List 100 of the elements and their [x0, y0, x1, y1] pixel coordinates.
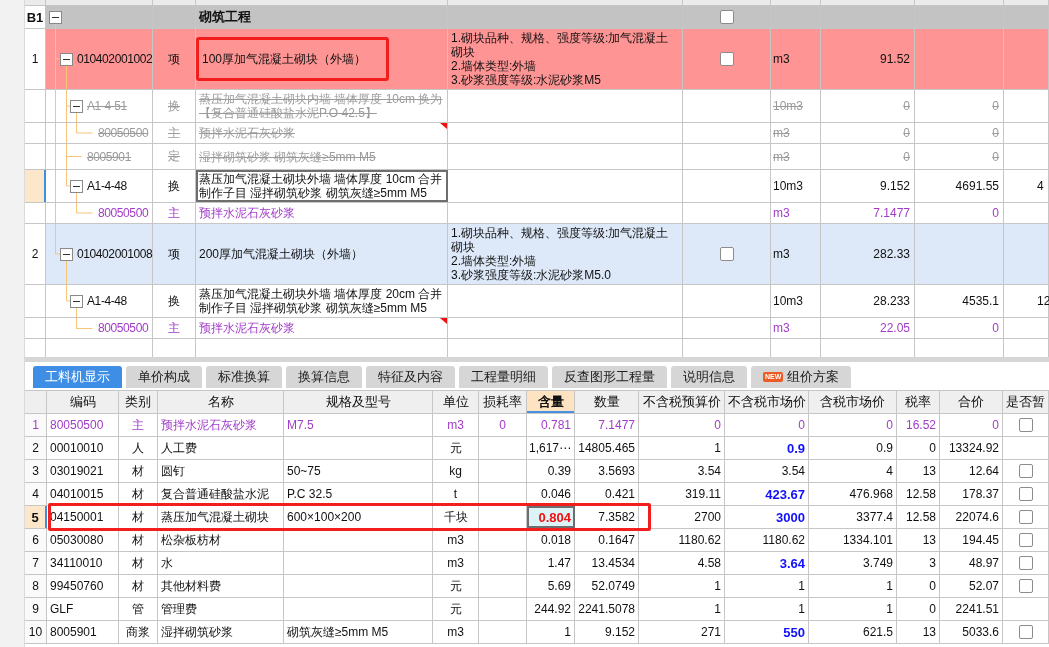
market-price-with-tax: 1334.101	[842, 533, 893, 547]
column-header[interactable]: 税率	[897, 391, 940, 413]
row-header[interactable]	[25, 170, 46, 202]
item-name: 100厚加气混凝土砌块（外墙）	[202, 52, 367, 66]
row-header[interactable]: 2	[25, 224, 46, 284]
material-code: 34110010	[50, 556, 103, 570]
checkbox[interactable]	[719, 52, 734, 66]
row-header[interactable]: 6	[25, 529, 47, 551]
table-row[interactable]: A1-4-48 换 蒸压加气混凝土砌块外墙 墙体厚度 20cm 合并制作子目 湿拌砌筑砂浆 砌筑灰缝≥5mm M5 10m3 28.233 4535.1 12	[25, 285, 1049, 318]
collapse-icon[interactable]	[49, 10, 62, 24]
item-code: A1-4-51	[87, 99, 127, 113]
material-name: 蒸压加气混凝土砌块	[161, 508, 269, 526]
checkbox[interactable]	[1018, 510, 1033, 524]
budget-price: 3.54	[697, 464, 721, 478]
row-header[interactable]: 8	[25, 575, 47, 597]
content-amount: 0.804	[538, 509, 571, 525]
column-header[interactable]: 是否暂	[1003, 391, 1049, 413]
quantity-value: 0	[903, 99, 910, 113]
row-header[interactable]: 9	[25, 598, 47, 620]
table-row[interactable]: 6 05030080 材 松杂板枋材 m3 0.018 0.1647 1180.62 1180.62 1334.101 13 194.45	[25, 529, 1049, 552]
category: 管	[132, 600, 144, 618]
market-price: 1	[798, 579, 805, 593]
collapse-icon[interactable]	[60, 247, 73, 261]
table-row[interactable]: B1 砌筑工程	[25, 6, 1049, 29]
row-header[interactable]: B1	[25, 6, 46, 28]
total-price: 194.45	[962, 533, 999, 547]
material-name: 松杂板枋材	[161, 531, 221, 549]
tab[interactable]: 单价构成	[126, 366, 202, 388]
checkbox[interactable]	[719, 10, 734, 24]
item-type: 换	[168, 177, 180, 195]
table-row[interactable]: 2 00010010 人 人工费 元 1,617⋯ 14805.465 1 0.9 0.9 0 13324.92	[25, 437, 1049, 460]
table-row[interactable]: 80050500 主 预拌水泥石灰砂浆 m3 7.1477 0	[25, 203, 1049, 224]
column-header[interactable]: 名称	[158, 391, 284, 413]
row-header[interactable]: 7	[25, 552, 47, 574]
checkbox[interactable]	[1018, 487, 1033, 501]
item-code: A1-4-48	[87, 179, 127, 193]
material-name: 水	[161, 554, 173, 572]
content-amount: 0.39	[547, 464, 571, 478]
row-header[interactable]: 1	[25, 29, 46, 89]
table-row[interactable]: 8 99450760 材 其他材料费 元 5.69 52.0749 1 1 1 0 52.07	[25, 575, 1049, 598]
market-price: 423.67	[765, 486, 805, 502]
table-row[interactable]: 10 8005901 商浆 湿拌砌筑砂浆 砌筑灰缝≥5mm M5 m3 1 9.152 271 550 621.5 13 5033.6	[25, 621, 1049, 644]
collapse-icon[interactable]	[70, 99, 83, 113]
unit: m3	[773, 206, 790, 220]
tab[interactable]: 工程量明细	[459, 366, 548, 388]
column-header[interactable]: 编码	[47, 391, 119, 413]
table-row[interactable]: 7 34110010 材 水 m3 1.47 13.4534 4.58 3.64 3.749 3 48.97	[25, 552, 1049, 575]
checkbox[interactable]	[1018, 533, 1033, 547]
row-header[interactable]: 5	[25, 506, 47, 528]
column-header[interactable]: 单位	[433, 391, 479, 413]
checkbox[interactable]	[1018, 556, 1033, 570]
table-row[interactable]: 80050500 主 预拌水泥石灰砂浆 m3 22.05 0	[25, 318, 1049, 339]
column-header[interactable]: 合价	[940, 391, 1003, 413]
item-type: 定	[168, 148, 180, 165]
item-type: 主	[168, 204, 180, 222]
table-row[interactable]: A1-4-48 换 蒸压加气混凝土砌块外墙 墙体厚度 10cm 合并制作子目 湿拌砌筑砂浆 砌筑灰缝≥5mm M5 10m3 9.152 4691.55 4	[25, 170, 1049, 203]
column-header[interactable]: 数量	[575, 391, 639, 413]
table-row[interactable]: 2 010402001008 项 200厚加气混凝土砌块（外墙） 1.砌块品种、规格、强度等级:加气混凝土砌块 2.墙体类型:外墙 3.砂浆强度等级:水泥砂浆M5.0 m3 282.33	[25, 224, 1049, 285]
focused-cell[interactable]: 0.804	[527, 506, 575, 528]
table-row[interactable]: 9 GLF 管 管理费 元 244.92 2241.5078 1 1 1 0 2241.51	[25, 598, 1049, 621]
quantity-value: 91.52	[879, 52, 910, 66]
unit: m3	[447, 533, 464, 547]
market-price: 3.64	[779, 555, 805, 571]
table-row[interactable]: 1 80050500 主 预拌水泥石灰砂浆 M7.5 m3 0 0.781 7.1477 0 0 0 16.52 0	[25, 414, 1049, 437]
item-type: 换	[168, 97, 180, 115]
market-price: 550	[783, 624, 805, 640]
table-row[interactable]: 1 010402001002 项 100厚加气混凝土砌块（外墙） 1.砌块品种、规格、强度等级:加气混凝土砌块 2.墙体类型:外墙 3.砂浆强度等级:水泥砂浆M5 m3 91.52	[25, 29, 1049, 90]
column-header[interactable]: 含量	[527, 391, 575, 413]
column-header[interactable]: 不含税市场价	[725, 391, 809, 413]
table-row[interactable]: 3 03019021 材 圆钉 50~75 kg 0.39 3.5693 3.54 3.54 4 13 12.64	[25, 460, 1049, 483]
item-code: 010402001002	[77, 52, 153, 66]
unit: 10m3	[773, 99, 804, 113]
quantity: 0.1647	[598, 533, 635, 547]
tab[interactable]: 特征及内容	[366, 366, 455, 388]
row-header[interactable]: 3	[25, 460, 47, 482]
collapse-icon[interactable]	[70, 294, 83, 308]
table-row[interactable]: 4 04010015 材 复合普通硅酸盐水泥 P.C 32.5 t 0.046 0.421 319.11 423.67 476.968 12.58 178.37	[25, 483, 1049, 506]
column-header[interactable]: 规格及型号	[284, 391, 433, 413]
tab[interactable]: 说明信息	[671, 366, 747, 388]
collapse-icon[interactable]	[60, 52, 73, 66]
column-header[interactable]: 含税市场价	[809, 391, 897, 413]
collapse-icon[interactable]	[70, 179, 83, 193]
market-price: 1180.62	[762, 533, 805, 547]
item-code: 80050500	[98, 126, 149, 140]
checkbox[interactable]	[1018, 625, 1033, 639]
item-name: 蒸压加气混凝土砌块外墙 墙体厚度 20cm 合并制作子目 湿拌砌筑砂浆 砌筑灰缝≥5mm M5	[199, 287, 444, 315]
checkbox[interactable]	[1018, 418, 1033, 432]
row-header[interactable]: 2	[25, 437, 47, 459]
checkbox[interactable]	[719, 247, 734, 261]
column-header[interactable]: 不含税预算价	[639, 391, 725, 413]
tab[interactable]: 反查图形工程量	[552, 366, 667, 388]
row-header[interactable]: 1	[25, 414, 47, 436]
column-header[interactable]: 类别	[119, 391, 158, 413]
tab[interactable]: 标准换算	[206, 366, 282, 388]
checkbox[interactable]	[1018, 579, 1033, 593]
table-row[interactable]: 5 04150001 材 蒸压加气混凝土砌块 600×100×200 千块 0.804 7.3582 2700 3000 3377.4 12.58 22074.6	[25, 506, 1049, 529]
row-header[interactable]: 10	[25, 621, 47, 643]
row-header[interactable]: 4	[25, 483, 47, 505]
tab[interactable]: 换算信息	[286, 366, 362, 388]
checkbox[interactable]	[1018, 464, 1033, 478]
